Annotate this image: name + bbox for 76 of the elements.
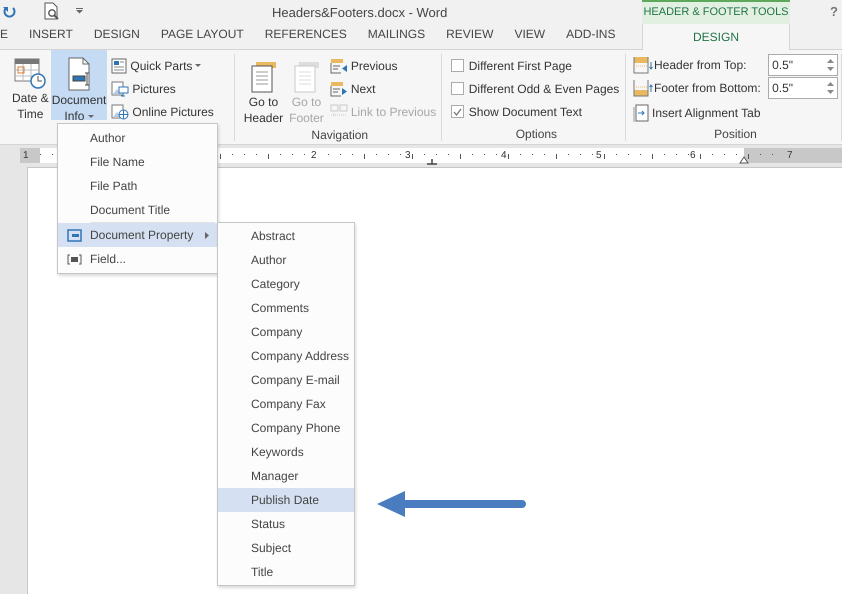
spinner-field[interactable]: 0.5" xyxy=(768,77,838,99)
menu-item[interactable]: Company Phone xyxy=(218,416,354,440)
menu-item[interactable]: Company Fax xyxy=(218,392,354,416)
checkbox-label: Different First Page xyxy=(468,58,572,74)
checkbox-label: Different Odd & Even Pages xyxy=(468,80,620,98)
date-time-button[interactable]: Date & Time xyxy=(11,50,50,120)
header-position-icon xyxy=(633,56,653,74)
ribbon-tab[interactable]: REFERENCES xyxy=(264,25,347,49)
spinner-label: Header from Top: xyxy=(654,57,748,74)
ribbon-button[interactable]: Previous xyxy=(328,56,438,75)
group-label: Options xyxy=(514,126,558,141)
go-to-header-button[interactable]: Go to Header xyxy=(242,54,286,126)
ribbon-tab[interactable]: MAILINGS xyxy=(368,25,426,49)
ribbon-button[interactable]: Quick Parts xyxy=(109,56,216,75)
checkbox[interactable] xyxy=(450,82,464,95)
insert-alignment-tab-button[interactable]: Insert Alignment Tab xyxy=(633,103,838,122)
checkbox[interactable] xyxy=(450,105,464,118)
ribbon-tab[interactable]: DESIGN xyxy=(94,25,140,49)
undo-icon[interactable] xyxy=(2,4,16,18)
spinner-field[interactable]: 0.5" xyxy=(768,54,838,76)
window-title: Headers&Footers.docx - Word xyxy=(272,4,448,22)
alignment-tab-icon xyxy=(633,104,649,122)
menu-item[interactable]: Manager xyxy=(218,464,354,488)
menu-item[interactable]: Document Property xyxy=(58,223,217,247)
menu-item[interactable]: Abstract xyxy=(218,224,354,248)
ribbon-tab[interactable]: INSERT xyxy=(29,25,73,49)
ribbon-button[interactable]: Online Pictures xyxy=(109,102,216,121)
menu-item[interactable]: Company xyxy=(218,320,354,344)
menu-item[interactable]: Field... xyxy=(58,247,217,271)
property-icon xyxy=(66,228,82,242)
group-label: Navigation xyxy=(310,127,370,142)
ribbon-tab[interactable]: VIEW xyxy=(514,25,546,49)
customize-toolbar-icon[interactable] xyxy=(76,8,83,14)
group-label: Position xyxy=(713,126,758,141)
menu-item[interactable]: File Path xyxy=(58,174,217,198)
ribbon-tab[interactable]: PAGE LAYOUT xyxy=(160,25,244,49)
picture-icon[interactable] xyxy=(111,80,130,96)
ribbon-tab[interactable]: DESIGN xyxy=(642,23,790,50)
contextual-tab-label: HEADER & FOOTER TOOLS xyxy=(642,0,790,24)
document-info-button[interactable]: Document Info xyxy=(50,50,108,120)
menu-item[interactable]: Keywords xyxy=(218,440,354,464)
help-button[interactable]: ? xyxy=(830,2,838,22)
spin-arrows-icon[interactable] xyxy=(827,58,834,72)
field-icon xyxy=(66,254,82,264)
menu-item[interactable]: File Name xyxy=(58,150,217,174)
menu-item[interactable]: Publish Date xyxy=(218,488,354,512)
menu-item[interactable]: Author xyxy=(218,248,354,272)
spinner-label: Footer from Bottom: xyxy=(654,80,762,97)
ribbon-tab[interactable]: E xyxy=(0,25,8,49)
submenu-arrow-icon xyxy=(205,232,209,238)
menu-item[interactable]: Company Address xyxy=(218,344,354,368)
checkbox[interactable] xyxy=(450,59,464,72)
ribbon-tab[interactable]: ADD-INS xyxy=(566,25,616,49)
footer-position-icon xyxy=(633,79,653,97)
caret-icon xyxy=(88,115,94,118)
ribbon-button[interactable]: Next xyxy=(328,79,438,98)
previous-icon[interactable] xyxy=(330,58,348,74)
menu-item[interactable]: Comments xyxy=(218,296,354,320)
menu-item[interactable]: Subject xyxy=(218,536,354,560)
calendar-clock-icon xyxy=(13,56,48,90)
menu-item[interactable]: Company E-mail xyxy=(218,368,354,392)
menu-item[interactable]: Document Title xyxy=(58,198,217,222)
menu-item[interactable]: Author xyxy=(58,126,217,150)
print-preview-icon[interactable] xyxy=(44,2,60,20)
menu-item[interactable]: Status xyxy=(218,512,354,536)
caret-icon xyxy=(195,64,202,67)
online-picture-icon[interactable] xyxy=(111,104,130,120)
ribbon-button[interactable]: Pictures xyxy=(109,79,216,98)
menu-item[interactable]: Title xyxy=(218,560,354,584)
checkmark-icon xyxy=(452,108,462,116)
spin-arrows-icon[interactable] xyxy=(827,81,834,95)
quick-parts-icon[interactable] xyxy=(111,58,128,74)
menu-item[interactable]: Category xyxy=(218,272,354,296)
checkbox-label: Show Document Text xyxy=(468,104,582,120)
ribbon-tab[interactable]: REVIEW xyxy=(446,25,494,49)
next-icon[interactable] xyxy=(330,80,348,96)
